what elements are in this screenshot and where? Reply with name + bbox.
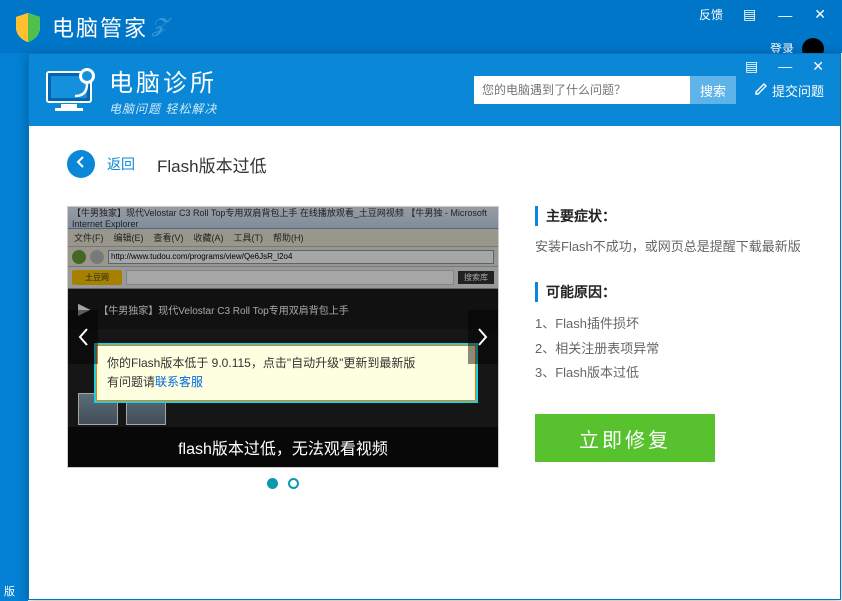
parent-title: 电脑管家: [52, 11, 148, 43]
parent-window-controls: 反馈 ▤ — ✕: [691, 0, 836, 29]
causes-heading: 可能原因：: [535, 282, 802, 302]
site-search: [126, 270, 454, 285]
cause-item: 3、Flash版本过低: [535, 361, 802, 386]
cause-item: 2、相关注册表项异常: [535, 337, 802, 362]
parent-sidebar-strip: 版: [0, 53, 28, 601]
nav-back-icon: [72, 250, 86, 264]
site-search-btn: 搜索库: [458, 271, 494, 284]
minimize-icon[interactable]: —: [768, 1, 802, 29]
ie-addressbar: [68, 247, 498, 267]
back-label[interactable]: 返回: [107, 154, 135, 174]
monitor-stethoscope-icon: [45, 66, 99, 114]
ie-titlebar: 【牛男独家】现代Velostar C3 Roll Top专用双肩背包上手 在线播…: [68, 207, 498, 229]
ie-site-header: 土豆网 搜索库: [68, 267, 498, 289]
main-row: 【牛男独家】现代Velostar C3 Roll Top专用双肩背包上手 在线播…: [67, 206, 802, 486]
carousel: 【牛男独家】现代Velostar C3 Roll Top专用双肩背包上手 在线播…: [67, 206, 499, 486]
nav-row: 返回 Flash版本过低: [67, 150, 802, 178]
clinic-title: 电脑诊所: [109, 63, 217, 98]
ie-menu-item: 编辑(E): [114, 231, 144, 244]
carousel-caption: flash版本过低，无法观看视频: [68, 427, 498, 467]
cause-item: 1、Flash插件损坏: [535, 312, 802, 337]
page-title: Flash版本过低: [157, 152, 267, 177]
search-input[interactable]: [474, 76, 690, 104]
ie-menu-item: 收藏(A): [194, 231, 224, 244]
site-logo: 土豆网: [72, 270, 122, 285]
search-wrap: 搜索 提交问题: [474, 76, 824, 104]
nav-fwd-icon: [90, 250, 104, 264]
search-button[interactable]: 搜索: [690, 76, 736, 104]
clinic-window: 电脑诊所 电脑问题 轻松解决 搜索 提交问题 ▤ — ✕: [28, 53, 841, 600]
content: 返回 Flash版本过低 【牛男独家】现代Velostar C3 Roll To…: [29, 126, 840, 510]
symptoms-text: 安装Flash不成功，或网页总是提醒下载最新版: [535, 236, 802, 258]
menu-icon[interactable]: ▤: [733, 0, 766, 29]
carousel-dot-1[interactable]: [267, 478, 278, 489]
fix-now-button[interactable]: 立即修复: [535, 414, 715, 462]
note-line2-prefix: 有问题请: [107, 375, 155, 389]
clinic-header: 电脑诊所 电脑问题 轻松解决 搜索 提交问题 ▤ — ✕: [29, 54, 840, 126]
carousel-next[interactable]: [468, 310, 498, 364]
ie-menu-item: 文件(F): [74, 231, 104, 244]
back-button[interactable]: [67, 150, 95, 178]
edit-icon: [754, 82, 768, 99]
ie-menu-item: 帮助(H): [273, 231, 304, 244]
clinic-window-controls: ▤ — ✕: [735, 54, 834, 79]
clinic-title-block: 电脑诊所 电脑问题 轻松解决: [109, 63, 217, 117]
parent-title-suffix-icon: 𝓩: [152, 15, 166, 38]
clinic-subtitle: 电脑问题 轻松解决: [109, 100, 217, 117]
ie-menubar: 文件(F) 编辑(E) 查看(V) 收藏(A) 工具(T) 帮助(H): [68, 229, 498, 247]
carousel-dot-2[interactable]: [288, 478, 299, 489]
parent-titlebar: 电脑管家 𝓩 反馈 ▤ — ✕ 登录: [0, 0, 842, 53]
ie-page-tab-text: 【牛男独家】现代Velostar C3 Roll Top专用双肩背包上手: [98, 302, 348, 317]
submit-question-label: 提交问题: [772, 81, 824, 100]
contact-support-link[interactable]: 联系客服: [155, 375, 203, 389]
close-icon[interactable]: ✕: [802, 54, 834, 79]
carousel-slide: 【牛男独家】现代Velostar C3 Roll Top专用双肩背包上手 在线播…: [67, 206, 499, 468]
minimize-icon[interactable]: —: [768, 54, 802, 79]
carousel-prev[interactable]: [68, 310, 98, 364]
close-icon[interactable]: ✕: [804, 0, 836, 29]
side-panel: 主要症状： 安装Flash不成功，或网页总是提醒下载最新版 可能原因： 1、Fl…: [535, 206, 802, 486]
note-line2: 有问题请联系客服: [107, 373, 465, 392]
carousel-dots: [67, 478, 499, 489]
submit-question-link[interactable]: 提交问题: [754, 81, 824, 100]
feedback-button[interactable]: 反馈: [691, 0, 731, 29]
note-line1: 你的Flash版本低于 9.0.115，点击"自动升级"更新到最新版: [107, 354, 465, 373]
restore-icon[interactable]: ▤: [735, 54, 768, 79]
ie-menu-item: 查看(V): [154, 231, 184, 244]
ie-url-field: [108, 250, 494, 264]
flash-warning-note: 你的Flash版本低于 9.0.115，点击"自动升级"更新到最新版 有问题请联…: [96, 345, 476, 401]
ie-menu-item: 工具(T): [234, 231, 264, 244]
shield-icon: [12, 11, 44, 43]
footer-char: 版: [4, 583, 15, 599]
back-arrow-icon: [74, 155, 88, 174]
symptoms-heading: 主要症状：: [535, 206, 802, 226]
ie-page-row: ▶ 【牛男独家】现代Velostar C3 Roll Top专用双肩背包上手: [68, 289, 498, 329]
